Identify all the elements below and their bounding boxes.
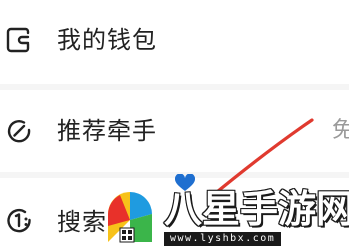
recommend-icon	[7, 120, 31, 143]
menu-item-label: 我的钱包	[57, 26, 157, 54]
watermark-url: www.lyshbx.com	[164, 232, 282, 246]
watermark-text: 八星手游网	[163, 187, 349, 231]
menu-item-wallet[interactable]: 我的钱包	[0, 10, 349, 70]
menu-item-trailing-text: 免	[332, 118, 349, 143]
menu-item-recommend[interactable]: 推荐牵手	[0, 100, 349, 160]
divider	[0, 84, 349, 90]
menu-item-label: 推荐牵手	[57, 117, 157, 145]
wallet-icon	[6, 27, 30, 53]
search-icon	[7, 208, 31, 233]
watermark: 八星手游网 www.lyshbx.com	[98, 174, 349, 248]
watermark-logo-icon	[108, 192, 152, 243]
